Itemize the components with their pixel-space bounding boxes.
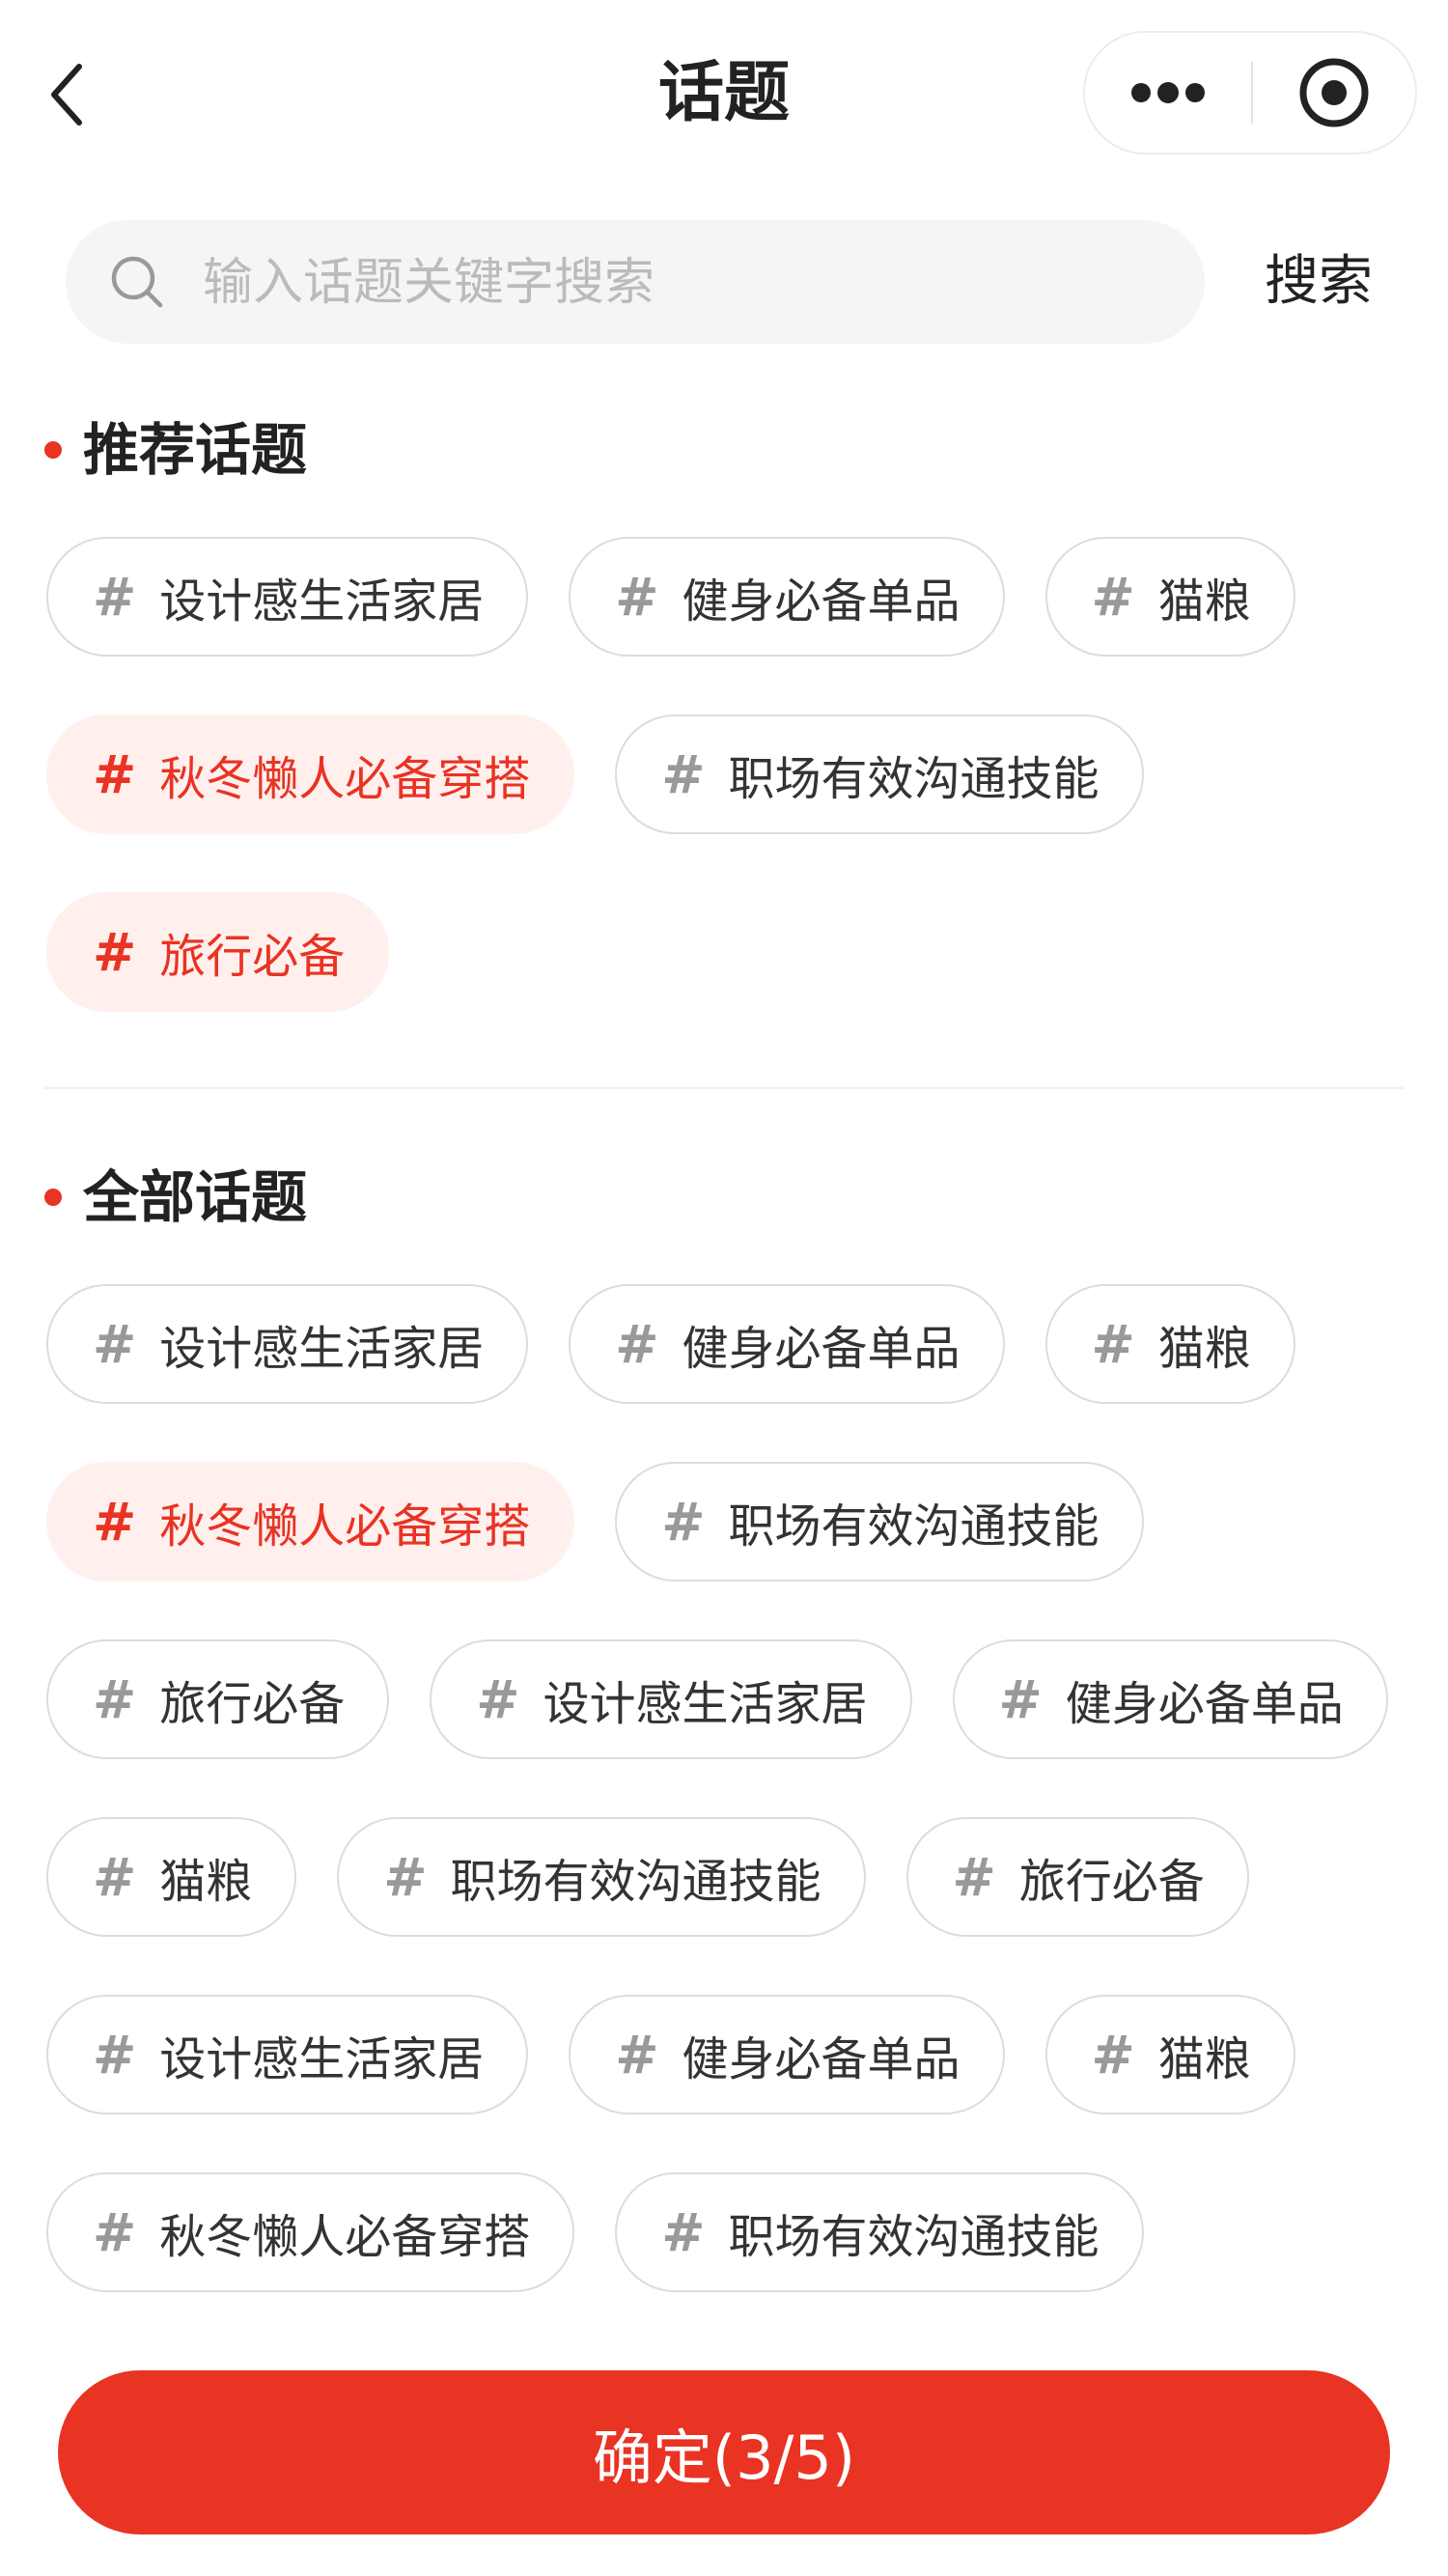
topic-tag[interactable]: # 设计感生活家居 <box>46 537 529 657</box>
topic-tag-label: 健身必备单品 <box>1065 1677 1344 1731</box>
topic-tag-label: 职场有效沟通技能 <box>450 1855 821 1909</box>
topic-tag-label: 旅行必备 <box>159 1677 346 1731</box>
hash-icon: # <box>93 743 137 805</box>
topic-tag[interactable]: # 健身必备单品 <box>569 537 1005 657</box>
hash-icon: # <box>661 1491 706 1553</box>
topic-tag-label: 职场有效沟通技能 <box>728 2210 1100 2264</box>
hash-icon: # <box>93 2201 137 2263</box>
topic-tag-label: 秋冬懒人必备穿搭 <box>159 2210 531 2264</box>
topic-tag[interactable]: # 设计感生活家居 <box>430 1639 912 1759</box>
hash-icon: # <box>1091 566 1135 628</box>
topic-tag-label: 健身必备单品 <box>682 2032 961 2086</box>
confirm-button[interactable]: 确定(3/5) <box>58 2370 1390 2534</box>
section-dot-icon <box>44 441 62 459</box>
topic-tag[interactable]: # 秋冬懒人必备穿搭 <box>46 714 575 834</box>
hash-icon: # <box>383 1846 428 1908</box>
topic-tag-label: 设计感生活家居 <box>159 574 485 629</box>
hash-icon: # <box>615 566 659 628</box>
topic-tag-label: 设计感生活家居 <box>159 2032 485 2086</box>
more-dots-icon <box>1131 82 1205 103</box>
topic-tag-label: 职场有效沟通技能 <box>728 1499 1100 1554</box>
topic-tag[interactable]: # 秋冬懒人必备穿搭 <box>46 1462 575 1582</box>
topic-tag-label: 猫粮 <box>159 1855 253 1909</box>
topic-tag-label: 猫粮 <box>1157 2032 1251 2086</box>
topic-tag-label: 设计感生活家居 <box>159 1322 485 1376</box>
hash-icon: # <box>93 1668 137 1730</box>
topic-tag[interactable]: # 旅行必备 <box>46 1639 390 1759</box>
topic-tag[interactable]: # 设计感生活家居 <box>46 1995 529 2114</box>
close-mini-program-button[interactable] <box>1253 33 1415 153</box>
topic-tag[interactable]: # 秋冬懒人必备穿搭 <box>46 2172 575 2292</box>
topic-tag[interactable]: # 健身必备单品 <box>569 1284 1005 1404</box>
recommended-section-title: 推荐话题 <box>83 417 308 483</box>
hash-icon: # <box>615 2024 659 2086</box>
more-button[interactable] <box>1085 33 1251 153</box>
section-divider <box>44 1087 1404 1089</box>
topic-tag[interactable]: # 职场有效沟通技能 <box>337 1817 866 1937</box>
hash-icon: # <box>93 566 137 628</box>
topic-tag[interactable]: # 猫粮 <box>46 1817 297 1937</box>
topic-tag-label: 设计感生活家居 <box>543 1677 868 1731</box>
all-section-title: 全部话题 <box>83 1164 308 1230</box>
topic-tag-label: 旅行必备 <box>1018 1855 1205 1909</box>
topic-tag[interactable]: # 职场有效沟通技能 <box>615 2172 1144 2292</box>
topic-tag[interactable]: # 猫粮 <box>1044 1284 1295 1404</box>
topic-tag[interactable]: # 健身必备单品 <box>569 1995 1005 2114</box>
topic-select-page: 话题 搜索 <box>0 0 1448 2576</box>
hash-icon: # <box>93 1491 137 1553</box>
topic-tag-label: 健身必备单品 <box>682 574 961 629</box>
search-bar <box>66 220 1205 344</box>
all-section-header: 全部话题 <box>44 1159 307 1236</box>
topic-tag[interactable]: # 职场有效沟通技能 <box>615 714 1144 834</box>
all-tag-list: # 设计感生活家居 # 健身必备单品 # 猫粮 # 秋冬懒人必备穿搭 # 职场有效沟通技能 # 旅行必… <box>46 1284 1417 2292</box>
hash-icon: # <box>93 1313 137 1375</box>
topic-tag-label: 秋冬懒人必备穿搭 <box>159 752 531 806</box>
topic-tag-label: 职场有效沟通技能 <box>728 752 1100 806</box>
hash-icon: # <box>93 921 137 983</box>
search-button[interactable]: 搜索 <box>1265 243 1373 321</box>
target-icon <box>1299 58 1369 127</box>
hash-icon: # <box>661 2201 706 2263</box>
topic-tag[interactable]: # 设计感生活家居 <box>46 1284 529 1404</box>
hash-icon: # <box>998 1668 1043 1730</box>
recommended-section-header: 推荐话题 <box>44 411 307 489</box>
topic-tag[interactable]: # 职场有效沟通技能 <box>615 1462 1144 1582</box>
hash-icon: # <box>93 1846 137 1908</box>
section-dot-icon <box>44 1189 62 1206</box>
hash-icon: # <box>93 2024 137 2086</box>
topic-tag-label: 秋冬懒人必备穿搭 <box>159 1499 531 1554</box>
topic-tag[interactable]: # 旅行必备 <box>905 1817 1249 1937</box>
recommended-tag-list: # 设计感生活家居 # 健身必备单品 # 猫粮 # 秋冬懒人必备穿搭 # 职场有效沟通技能 # 旅行必… <box>46 537 1417 1012</box>
mini-program-capsule <box>1083 31 1417 154</box>
topic-tag-label: 猫粮 <box>1157 1322 1251 1376</box>
topic-tag-label: 健身必备单品 <box>682 1322 961 1376</box>
search-input[interactable] <box>201 243 1170 322</box>
hash-icon: # <box>476 1668 520 1730</box>
hash-icon: # <box>952 1846 996 1908</box>
topic-tag[interactable]: # 猫粮 <box>1044 537 1295 657</box>
hash-icon: # <box>615 1313 659 1375</box>
hash-icon: # <box>1091 1313 1135 1375</box>
topic-tag[interactable]: # 猫粮 <box>1044 1995 1295 2114</box>
topic-tag-label: 猫粮 <box>1157 574 1251 629</box>
hash-icon: # <box>1091 2024 1135 2086</box>
search-icon <box>111 256 163 308</box>
topic-tag[interactable]: # 健身必备单品 <box>952 1639 1388 1759</box>
topic-tag-label: 旅行必备 <box>159 930 346 984</box>
hash-icon: # <box>661 743 706 805</box>
nav-bar: 话题 <box>0 0 1448 189</box>
topic-tag[interactable]: # 旅行必备 <box>46 892 390 1012</box>
